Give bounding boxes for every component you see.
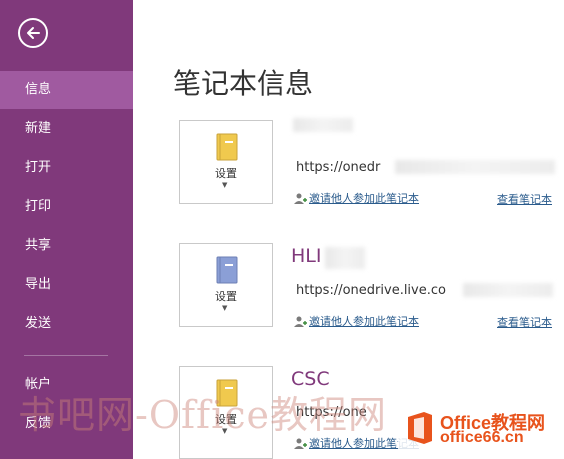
view-notebook-link[interactable]: 查看笔记本 bbox=[497, 191, 552, 207]
back-arrow-icon[interactable] bbox=[18, 18, 48, 48]
nav-separator bbox=[24, 355, 108, 356]
chevron-down-icon: ▼ bbox=[222, 304, 228, 312]
watermark-text: 书吧网-Office教程网 bbox=[18, 393, 388, 437]
page-title: 笔记本信息 bbox=[173, 67, 314, 100]
notebook-url: https://onedrive.live.co bbox=[296, 283, 446, 298]
invite-link[interactable]: 邀请他人参加此笔记本 bbox=[293, 313, 419, 329]
notebook-settings-button[interactable]: 设置 ▼ bbox=[179, 120, 273, 204]
watermark-logo: Office教程网 office66.cn bbox=[398, 405, 560, 451]
invite-label: 邀请他人参加此笔记本 bbox=[309, 315, 419, 328]
settings-label: 设置 bbox=[215, 290, 237, 303]
redacted-name bbox=[325, 247, 365, 269]
logo-line2: office66.cn bbox=[440, 429, 524, 446]
redacted-name bbox=[293, 118, 353, 132]
nav-item-export[interactable]: 导出 bbox=[0, 266, 133, 304]
nav-item-info[interactable]: 信息 bbox=[0, 71, 133, 109]
redacted-url bbox=[395, 160, 555, 174]
back-arrow-glyph bbox=[27, 27, 40, 39]
person-add-icon bbox=[294, 193, 307, 204]
nav-item-send[interactable]: 发送 bbox=[0, 305, 133, 343]
notebook-icon bbox=[216, 256, 238, 284]
person-add-icon bbox=[294, 316, 307, 327]
notebook-url: https://onedr bbox=[296, 160, 381, 175]
notebook-settings-button[interactable]: 设置 ▼ bbox=[179, 243, 273, 327]
person-add-icon bbox=[294, 438, 307, 449]
chevron-down-icon: ▼ bbox=[222, 181, 228, 189]
nav-item-new[interactable]: 新建 bbox=[0, 110, 133, 148]
redacted-url bbox=[463, 283, 553, 297]
invite-label: 邀请他人参加此笔记本 bbox=[309, 192, 419, 205]
notebook-name: HLI bbox=[291, 245, 322, 267]
nav-item-print[interactable]: 打印 bbox=[0, 188, 133, 226]
nav-item-open[interactable]: 打开 bbox=[0, 149, 133, 187]
notebook-icon bbox=[216, 133, 238, 161]
view-notebook-link[interactable]: 查看笔记本 bbox=[497, 314, 552, 330]
nav-item-share[interactable]: 共享 bbox=[0, 227, 133, 265]
invite-link[interactable]: 邀请他人参加此笔记本 bbox=[293, 190, 419, 206]
settings-label: 设置 bbox=[215, 167, 237, 180]
office-logo-icon bbox=[408, 412, 432, 444]
